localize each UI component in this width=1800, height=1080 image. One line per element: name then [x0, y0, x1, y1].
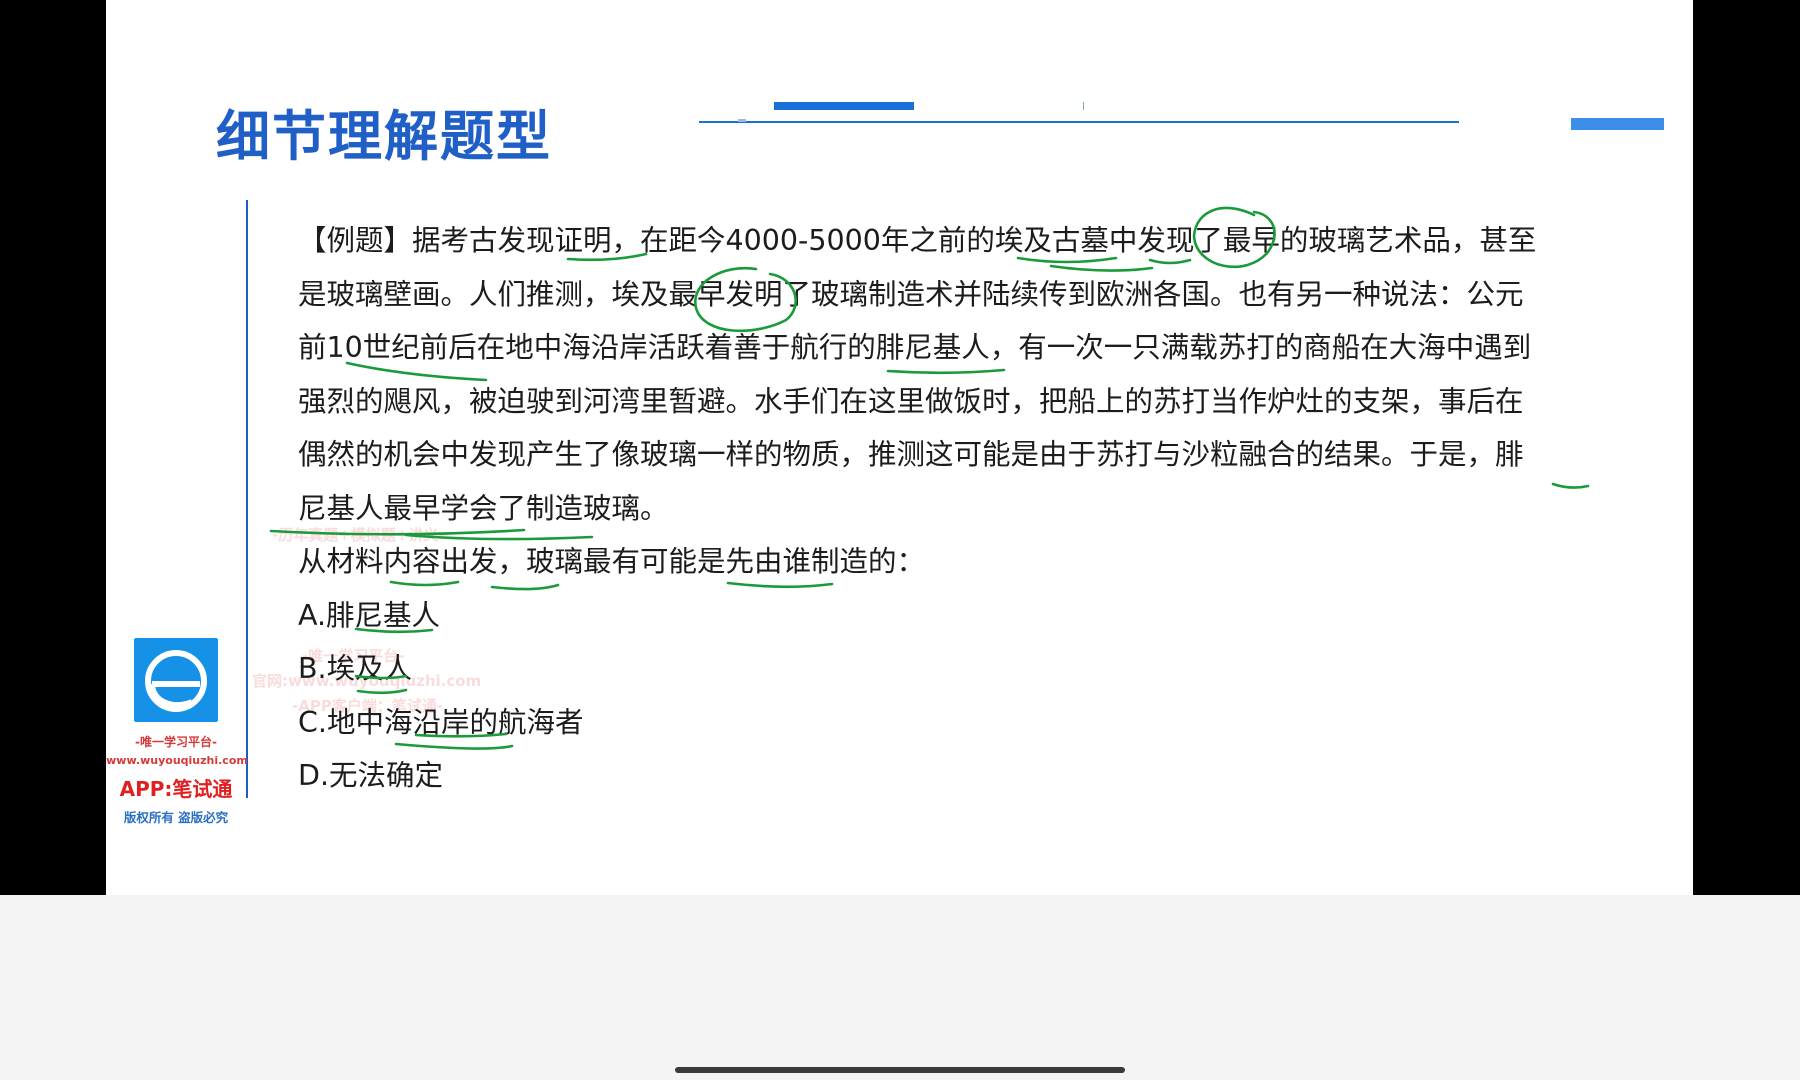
passage-line: 前10世纪前后在地中海沿岸活跃着善于航行的腓尼基人，有一次一只满载苏打的商船在大… — [298, 331, 1532, 364]
annotation-tick — [1083, 102, 1084, 110]
passage: 【例题】据考古发现证明，在距今4000-5000年之前的埃及古墓中发现了最早的玻… — [298, 214, 1693, 535]
home-indicator[interactable] — [675, 1067, 1125, 1073]
brand-copyright: 版权所有 盗版必究 — [123, 810, 229, 825]
question-stem: 从材料内容出发，玻璃最有可能是先由谁制造的： — [298, 545, 926, 578]
passage-line: 强烈的飓风，被迫驶到河湾里暂避。水手们在这里做饭时，把船上的苏打当作炉灶的支架，… — [298, 384, 1524, 418]
brand-url: www.wuyouqiuzhi.com — [106, 754, 248, 767]
brand-app-name: APP:笔试通 — [119, 777, 233, 801]
title-rule-end-block — [1571, 118, 1664, 130]
passage-line: 是玻璃壁画。人们推测，埃及最早发明了玻璃制造术并陆续传到欧洲各国。也有另一种说法… — [298, 277, 1524, 311]
option-b: B.埃及人 — [298, 652, 413, 685]
option-d: D.无法确定 — [298, 759, 444, 792]
option-list: A.腓尼基人 B.埃及人 C.地中海沿岸的航海者 D.无法确定 — [298, 589, 1693, 803]
content-divider — [246, 200, 248, 798]
title-rule-line — [699, 121, 1459, 123]
title-rule-accent — [774, 102, 914, 110]
bottom-bar — [0, 895, 1800, 1080]
brand-tagline: -唯一学习平台- — [135, 735, 217, 749]
presentation-slide: 细节理解题型 -历年真题+模拟题+讲义- -唯一学习平台- 官网:www.wuy… — [106, 0, 1693, 895]
title-rule-dot — [738, 119, 746, 122]
option-a: A.腓尼基人 — [298, 598, 441, 632]
question-content: 【例题】据考古发现证明，在距今4000-5000年之前的埃及古墓中发现了最早的玻… — [298, 214, 1693, 803]
passage-line: 【例题】据考古发现证明，在距今4000-5000年之前的埃及古墓中发现了最早的玻… — [298, 224, 1537, 257]
slide-title: 细节理解题型 — [216, 104, 552, 168]
video-letterbox: 细节理解题型 -历年真题+模拟题+讲义- -唯一学习平台- 官网:www.wuy… — [0, 0, 1800, 895]
passage-line: 偶然的机会中发现产生了像玻璃一样的物质，推测这可能是由于苏打与沙粒融合的结果。于… — [298, 438, 1524, 471]
e-logo-icon — [134, 638, 218, 722]
option-c: C.地中海沿岸的航海者 — [298, 705, 584, 739]
passage-line: 尼基人最早学会了制造玻璃。 — [298, 491, 669, 525]
